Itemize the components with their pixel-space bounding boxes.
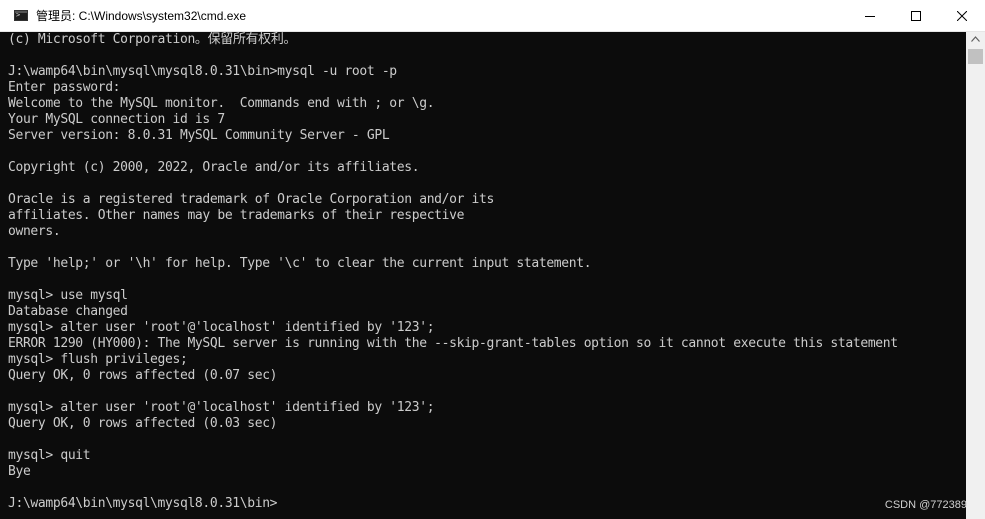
minimize-icon — [865, 15, 875, 17]
watermark: CSDN @772389 — [884, 499, 967, 511]
console-line: Query OK, 0 rows affected (0.07 sec) — [8, 368, 278, 383]
console-line: Welcome to the MySQL monitor. Commands e… — [8, 96, 435, 111]
scroll-up-button[interactable] — [966, 32, 985, 46]
console-line: mysql> flush privileges; — [8, 352, 188, 367]
console-line: Query OK, 0 rows affected (0.03 sec) — [8, 416, 278, 431]
close-button[interactable] — [939, 0, 985, 31]
console-line: J:\wamp64\bin\mysql\mysql8.0.31\bin>mysq… — [8, 64, 397, 79]
console-line: Database changed — [8, 304, 128, 319]
vertical-scrollbar[interactable] — [966, 32, 985, 519]
console-output[interactable]: (c) Microsoft Corporation。保留所有权利。 J:\wam… — [0, 32, 966, 519]
console-line: Enter password: — [8, 80, 121, 95]
console-line: Your MySQL connection id is 7 — [8, 112, 225, 127]
console-line: owners. — [8, 224, 61, 239]
console-line: Server version: 8.0.31 MySQL Community S… — [8, 128, 390, 143]
console-icon[interactable] — [14, 10, 28, 21]
console-line: (c) Microsoft Corporation。保留所有权利。 — [8, 32, 297, 47]
scrollbar-thumb[interactable] — [968, 49, 983, 64]
console-line: Copyright (c) 2000, 2022, Oracle and/or … — [8, 160, 420, 175]
window-title: 管理员: C:\Windows\system32\cmd.exe — [36, 9, 247, 23]
console-line: Oracle is a registered trademark of Orac… — [8, 192, 494, 207]
console-line: mysql> alter user 'root'@'localhost' ide… — [8, 320, 435, 335]
console-line: Bye — [8, 464, 31, 479]
console-line: mysql> quit — [8, 448, 91, 463]
title-bar[interactable]: 管理员: C:\Windows\system32\cmd.exe — [0, 0, 985, 32]
console-prompt-line: J:\wamp64\bin\mysql\mysql8.0.31\bin> — [8, 496, 278, 511]
console-line-error: ERROR 1290 (HY000): The MySQL server is … — [8, 336, 898, 351]
chevron-up-icon — [971, 36, 980, 42]
close-icon — [957, 10, 967, 21]
maximize-button[interactable] — [893, 0, 939, 31]
minimize-button[interactable] — [847, 0, 893, 31]
console-line: mysql> use mysql — [8, 288, 128, 303]
window-controls — [847, 0, 985, 31]
console-line: Type 'help;' or '\h' for help. Type '\c'… — [8, 256, 592, 271]
console-line: mysql> alter user 'root'@'localhost' ide… — [8, 400, 435, 415]
console-line: affiliates. Other names may be trademark… — [8, 208, 465, 223]
cmd-window: 管理员: C:\Windows\system32\cmd.exe (c) Mi — [0, 0, 985, 519]
maximize-icon — [911, 10, 921, 21]
